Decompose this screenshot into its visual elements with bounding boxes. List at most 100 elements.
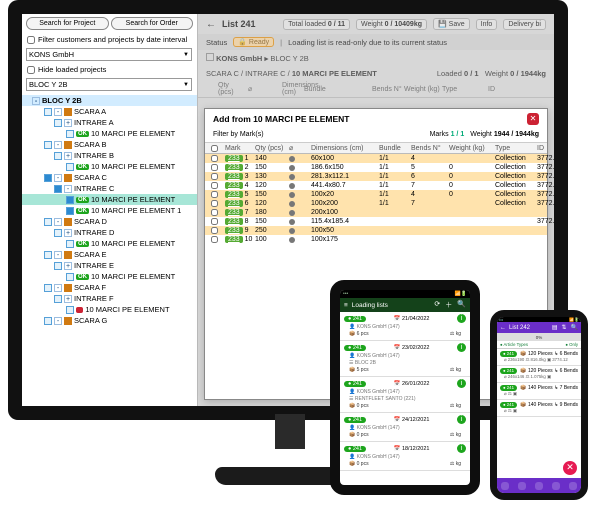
tree-item[interactable]: +INTRARE A — [22, 117, 197, 128]
close-icon[interactable]: ✕ — [527, 113, 539, 125]
scan-icon[interactable]: ▤ — [552, 324, 558, 331]
tree-item[interactable]: -INTRARE C — [22, 183, 197, 194]
tree-checkbox-icon[interactable] — [54, 185, 62, 193]
expand-icon[interactable]: + — [64, 262, 72, 270]
table-row[interactable]: 233 3130281.3x112.11/160Collection3772.3… — [205, 172, 547, 181]
tablet-list-item[interactable]: ● 241📅 26/01/2022i👤 KONS GmbH (147)☰ REN… — [340, 377, 470, 413]
table-row[interactable]: 233 9250100x50 — [205, 226, 547, 235]
nav-icon-2[interactable] — [518, 482, 526, 490]
search-icon[interactable]: 🔍 — [571, 324, 578, 331]
expand-icon[interactable]: + — [64, 152, 72, 160]
customer-select[interactable]: KONS GmbH ▼ — [26, 48, 192, 61]
sort-icon[interactable]: ⇅ — [561, 324, 566, 331]
tree-checkbox-icon[interactable] — [54, 152, 62, 160]
row-checkbox[interactable] — [211, 227, 218, 234]
info-icon[interactable]: i — [457, 314, 466, 323]
tree-checkbox-icon[interactable] — [66, 207, 74, 215]
tree-checkbox-icon[interactable] — [44, 284, 52, 292]
table-row[interactable]: 233 7180200x100 — [205, 208, 547, 217]
row-checkbox[interactable] — [211, 209, 218, 216]
tree-item[interactable]: -SCARA A — [22, 106, 197, 117]
tablet-list-item[interactable]: ● 241📅 18/12/2021i👤 KONS GmbH (147)📦 0 p… — [340, 442, 470, 471]
table-row[interactable]: 233 4120441.4x80.71/170Collection3772.37 — [205, 181, 547, 190]
filter-date-checkbox[interactable] — [27, 36, 35, 44]
row-checkbox[interactable] — [211, 218, 218, 225]
tree-item[interactable]: -SCARA D — [22, 216, 197, 227]
tree-item[interactable]: 10 MARCI PE ELEMENT — [22, 304, 197, 315]
search-order-button[interactable]: Search for Order — [111, 17, 194, 30]
tree-checkbox-icon[interactable] — [66, 273, 74, 281]
tree-checkbox-icon[interactable] — [54, 262, 62, 270]
tree-item[interactable]: -SCARA G — [22, 315, 197, 326]
phone-list-item[interactable]: ● 241📦 120 Pieces ↳ 6 Bends⌀ 236x190 ⚖ 8… — [497, 349, 581, 366]
tree-checkbox-icon[interactable] — [66, 163, 74, 171]
tree-checkbox-icon[interactable] — [66, 196, 74, 204]
row-checkbox[interactable] — [211, 155, 218, 162]
tree-item[interactable]: +INTRARE D — [22, 227, 197, 238]
info-icon[interactable]: i — [457, 343, 466, 352]
table-row[interactable]: 233 2150186.6x1501/150Collection3772.12 — [205, 163, 547, 172]
tree-item[interactable]: OK10 MARCI PE ELEMENT — [22, 238, 197, 249]
row-checkbox[interactable] — [211, 173, 218, 180]
expand-icon[interactable]: - — [54, 317, 62, 325]
table-row[interactable]: 233 8150115.4x185.43772.42 — [205, 217, 547, 226]
expand-icon[interactable]: - — [54, 141, 62, 149]
refresh-icon[interactable]: ⟳ — [434, 300, 440, 310]
expand-icon[interactable]: - — [54, 218, 62, 226]
filter-only[interactable]: ● Only — [565, 342, 578, 347]
row-checkbox[interactable] — [211, 182, 218, 189]
row-checkbox[interactable] — [211, 191, 218, 198]
tree-checkbox-icon[interactable] — [66, 306, 74, 314]
phone-list-item[interactable]: ● 241📦 140 Pieces ↳ 7 Bends⌀ ⚖ ▣ — [497, 383, 581, 400]
phone-filter-row[interactable]: ● Article Types ● Only — [497, 341, 581, 349]
tree-checkbox-icon[interactable] — [54, 119, 62, 127]
tree-checkbox-icon[interactable] — [44, 108, 52, 116]
table-row[interactable]: 233 114060x1001/14Collection3772.5 — [205, 154, 547, 163]
filter-article-types[interactable]: ● Article Types — [500, 342, 528, 347]
tree-item[interactable]: -SCARA B — [22, 139, 197, 150]
tablet-list-item[interactable]: ● 241📅 21/04/2022i👤 KONS GmbH (147)📦 6 p… — [340, 312, 470, 341]
tree-item[interactable]: OK10 MARCI PE ELEMENT — [22, 128, 197, 139]
tablet-list-item[interactable]: ● 241📅 23/02/2022i👤 KONS GmbH (147)☰ BLO… — [340, 341, 470, 377]
tree-checkbox-icon[interactable] — [44, 218, 52, 226]
expand-icon[interactable]: - — [54, 251, 62, 259]
tree-root[interactable]: - BLOC Y 2B — [22, 95, 197, 106]
nav-icon-3[interactable] — [535, 482, 543, 490]
tree-item[interactable]: +INTRARE B — [22, 150, 197, 161]
back-icon[interactable]: ← — [500, 325, 506, 331]
tree-checkbox-icon[interactable] — [44, 251, 52, 259]
select-all-checkbox[interactable] — [211, 145, 218, 152]
project-select[interactable]: BLOC Y 2B ▼ — [26, 78, 192, 91]
info-icon[interactable]: i — [457, 444, 466, 453]
tree-checkbox-icon[interactable] — [54, 229, 62, 237]
tree-checkbox-icon[interactable] — [66, 240, 74, 248]
tree-item[interactable]: +INTRARE E — [22, 260, 197, 271]
tree-checkbox-icon[interactable] — [66, 130, 74, 138]
row-checkbox[interactable] — [211, 164, 218, 171]
menu-icon[interactable]: ≡ — [344, 302, 348, 309]
tree-checkbox-icon[interactable] — [54, 295, 62, 303]
phone-list-item[interactable]: ● 241📦 120 Pieces ↳ 6 Bends⌀ 246x146 ⚖ 1… — [497, 366, 581, 383]
table-row[interactable]: 233 10100100x175 — [205, 235, 547, 244]
tablet-list-item[interactable]: ● 241📅 24/12/2021i👤 KONS GmbH (147)📦 0 p… — [340, 413, 470, 442]
phone-list-item[interactable]: ● 241📦 140 Pieces ↳ 9 Bends⌀ ⚖ ▣ — [497, 400, 581, 417]
add-icon[interactable]: ＋ — [445, 300, 452, 310]
tree-item[interactable]: OK10 MARCI PE ELEMENT 1 — [22, 205, 197, 216]
nav-icon-1[interactable] — [501, 482, 509, 490]
tree-item[interactable]: OK10 MARCI PE ELEMENT — [22, 271, 197, 282]
tree-checkbox-icon[interactable] — [44, 141, 52, 149]
expand-icon[interactable]: + — [64, 295, 72, 303]
tree-checkbox-icon[interactable] — [44, 317, 52, 325]
expand-icon[interactable]: - — [54, 174, 62, 182]
row-checkbox[interactable] — [211, 236, 218, 243]
hide-loaded-checkbox[interactable] — [27, 66, 35, 74]
table-row[interactable]: 233 6120100x2001/17Collection3772.4 — [205, 199, 547, 208]
tree-item[interactable]: OK10 MARCI PE ELEMENT — [22, 194, 197, 205]
search-project-button[interactable]: Search for Project — [26, 17, 109, 30]
tree-checkbox-icon[interactable] — [44, 174, 52, 182]
tree-item[interactable]: OK10 MARCI PE ELEMENT — [22, 161, 197, 172]
expand-icon[interactable]: + — [64, 229, 72, 237]
search-icon[interactable]: 🔍 — [457, 300, 466, 310]
tree-item[interactable]: -SCARA F — [22, 282, 197, 293]
expand-icon[interactable]: - — [64, 185, 72, 193]
